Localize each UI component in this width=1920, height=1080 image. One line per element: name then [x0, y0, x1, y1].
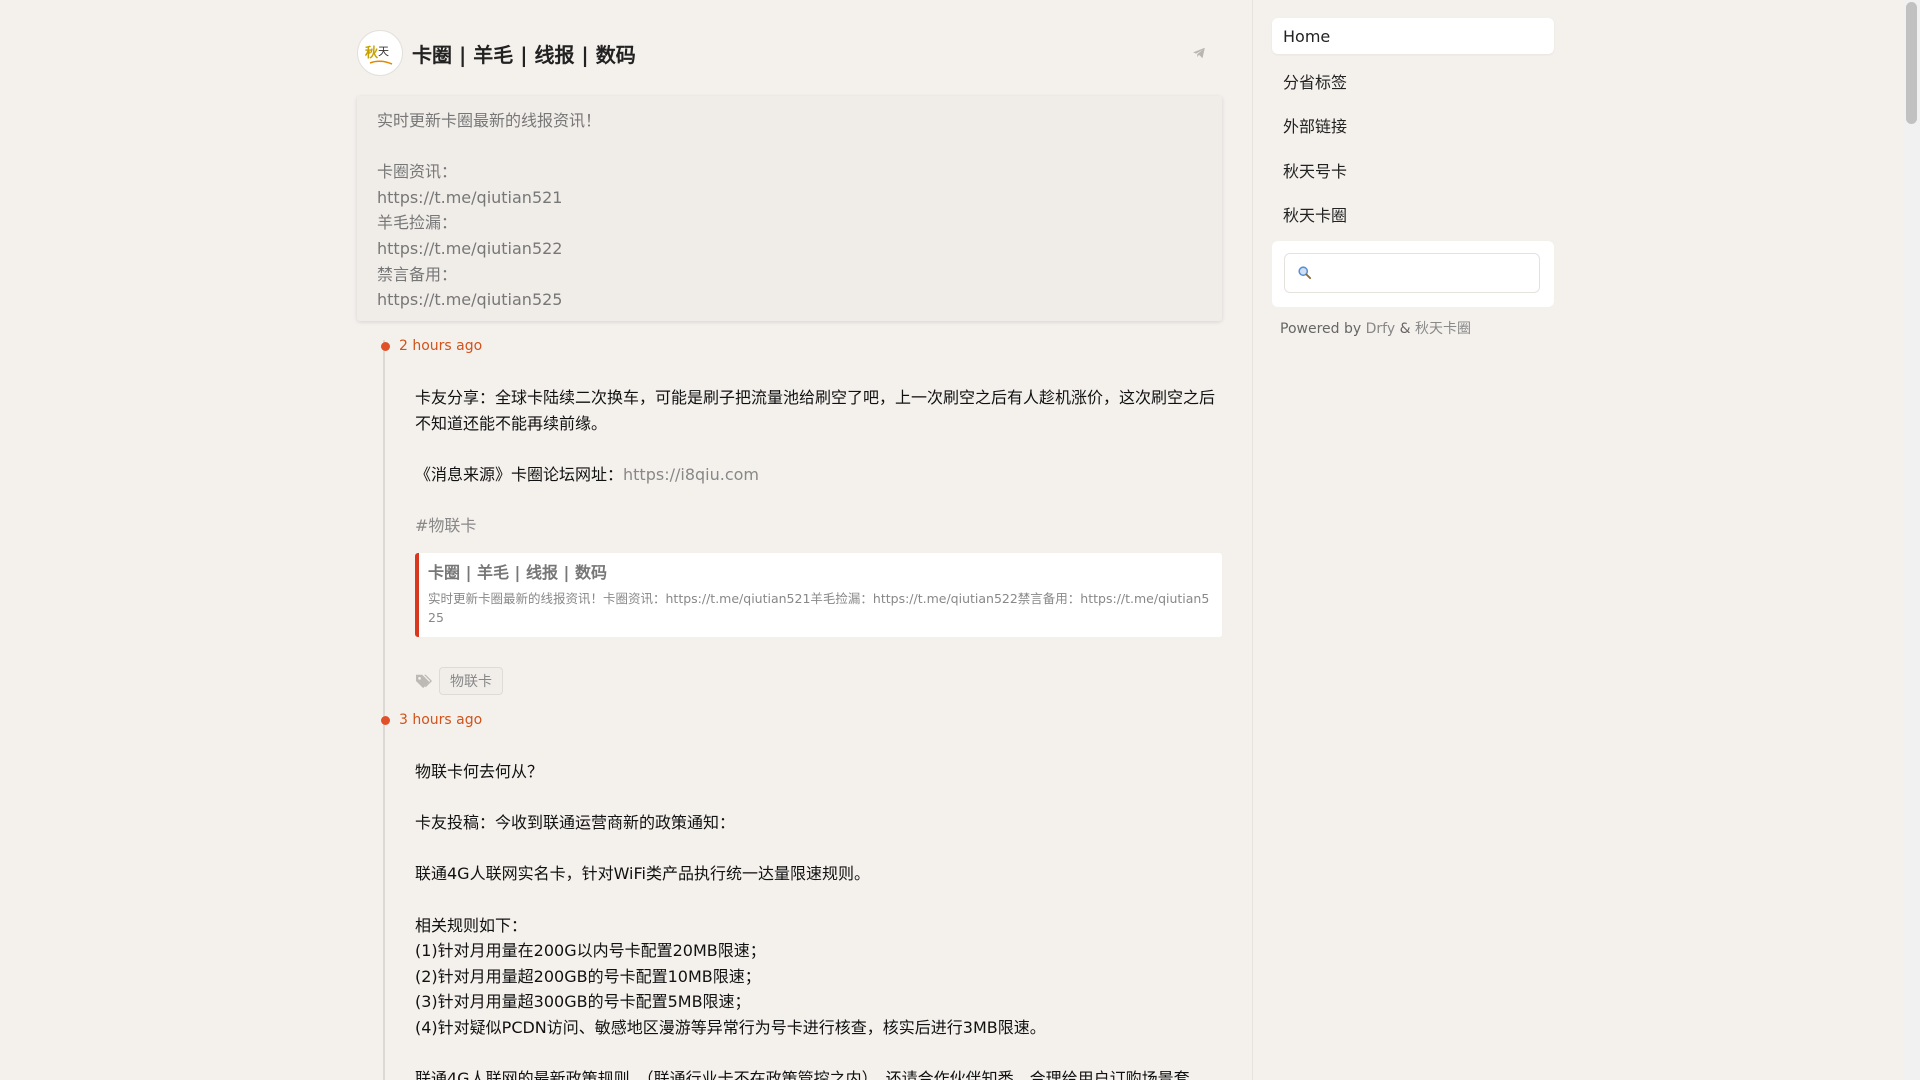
scrollbar-thumb[interactable]	[1906, 2, 1917, 124]
nav-item-qiutian-circle[interactable]: 秋天卡圈	[1272, 196, 1554, 232]
post-text: (1)针对月用量在200G以内号卡配置20MB限速；	[415, 941, 766, 961]
description-link[interactable]: https://t.me/qiutian525	[377, 287, 1202, 313]
powered-label: Powered by	[1280, 320, 1362, 337]
column-divider	[1252, 0, 1253, 1080]
timeline-dot	[381, 715, 390, 725]
timeline-dot	[381, 341, 390, 351]
post-time-link[interactable]: 2 hours ago	[399, 338, 482, 354]
post-text: 卡友投稿：今收到联通运营商新的政策通知：	[415, 813, 736, 833]
description-line: 禁言备用：	[377, 264, 458, 284]
preview-title: 卡圈 | 羊毛 | 线报 | 数码	[428, 563, 607, 582]
svg-text:天: 天	[378, 45, 389, 58]
description-link[interactable]: https://t.me/qiutian521	[377, 185, 1202, 211]
tag-icon	[416, 674, 432, 689]
post-spacer	[415, 436, 1222, 462]
post-text: (2)针对月用量超200GB的号卡配置10MB限速；	[415, 966, 761, 986]
post-spacer	[415, 887, 1222, 913]
post-text: 相关规则如下：	[415, 915, 528, 935]
nav-item-province-tags[interactable]: 分省标签	[1272, 63, 1554, 99]
post-source: 《消息来源》卡圈论坛网址：https://i8qiu.com	[415, 462, 1222, 488]
search-field[interactable]	[1284, 252, 1540, 293]
powered-by: Powered by Drfy & 秋天卡圈	[1272, 318, 1554, 338]
description-line: 卡圈资讯：	[377, 162, 458, 182]
powered-amp: &	[1399, 320, 1411, 337]
post-timestamp: 3 hours ago	[381, 712, 482, 728]
nav-item-qiutian-sim[interactable]: 秋天号卡	[1272, 152, 1554, 188]
description-line: 羊毛捡漏：	[377, 213, 458, 233]
tag-chip[interactable]: 物联卡	[439, 667, 503, 695]
post-text: (3)针对月用量超300GB的号卡配置5MB限速；	[415, 992, 751, 1012]
post-content: 物联卡何去何从？ 卡友投稿：今收到联通运营商新的政策通知： 联通4G人联网实名卡…	[415, 759, 1222, 1080]
channel-header: 秋 天 卡圈 | 羊毛 | 线报 | 数码	[357, 30, 1222, 76]
post-content: 卡友分享：全球卡陆续二次换车，可能是刷子把流量池给刷空了吧，上一次刷空之后有人趁…	[415, 385, 1222, 539]
description-link[interactable]: https://t.me/qiutian522	[377, 236, 1202, 262]
nav-item-external-links[interactable]: 外部链接	[1272, 107, 1554, 143]
source-link[interactable]: https://i8qiu.com	[623, 465, 759, 484]
post-text: 联通4G人联网实名卡，针对WiFi类产品执行统一达量限速规则。	[415, 864, 870, 884]
qiutian-link[interactable]: 秋天卡圈	[1415, 321, 1471, 337]
post-spacer	[415, 836, 1222, 862]
post-timestamp: 2 hours ago	[381, 338, 482, 354]
post-text: 卡友分享：全球卡陆续二次换车，可能是刷子把流量池给刷空了吧，上一次刷空之后有人趁…	[415, 388, 1216, 433]
telegram-plane-glyph	[1193, 47, 1205, 59]
nav-item-home[interactable]: Home	[1272, 18, 1554, 54]
post-text: (4)针对疑似PCDN访问、敏感地区漫游等异常行为号卡进行核查，核实后进行3MB…	[415, 1017, 1046, 1037]
timeline-line	[383, 340, 385, 1080]
post-spacer	[415, 785, 1222, 811]
hashtag-link[interactable]: #物联卡	[415, 516, 476, 535]
svg-text:秋: 秋	[365, 45, 379, 61]
channel-description: 实时更新卡圈最新的线报资讯！ 卡圈资讯： https://t.me/qiutia…	[357, 96, 1222, 321]
search-panel	[1272, 240, 1554, 307]
sidebar: Home 分省标签 外部链接 秋天号卡 秋天卡圈 Powered by Drfy…	[1272, 18, 1554, 338]
search-input[interactable]	[1318, 263, 1528, 282]
page: 秋 天 卡圈 | 羊毛 | 线报 | 数码 实时更新卡圈最新的线报资讯！ 卡圈资…	[0, 0, 1920, 1080]
link-preview[interactable]: 卡圈 | 羊毛 | 线报 | 数码 实时更新卡圈最新的线报资讯！卡圈资讯：htt…	[415, 553, 1222, 637]
post-spacer	[415, 1041, 1222, 1067]
avatar-logo-icon: 秋 天	[361, 34, 399, 72]
post-spacer	[415, 487, 1222, 513]
drfy-link[interactable]: Drfy	[1366, 321, 1396, 337]
channel-title: 卡圈 | 羊毛 | 线报 | 数码	[412, 42, 636, 67]
channel-avatar[interactable]: 秋 天	[357, 30, 403, 76]
send-icon[interactable]	[1188, 42, 1210, 64]
preview-description: 实时更新卡圈最新的线报资讯！卡圈资讯：https://t.me/qiutian5…	[428, 591, 1210, 625]
post-time-link[interactable]: 3 hours ago	[399, 712, 482, 728]
description-line: 实时更新卡圈最新的线报资讯！	[377, 111, 602, 130]
post-tags: 物联卡	[415, 667, 503, 695]
post-text: 物联卡何去何从？	[415, 762, 544, 781]
page-scrollbar[interactable]	[1903, 0, 1920, 1080]
search-icon	[1298, 266, 1312, 280]
main-column: 秋 天 卡圈 | 羊毛 | 线报 | 数码 实时更新卡圈最新的线报资讯！ 卡圈资…	[357, 0, 1222, 1080]
source-label: 《消息来源》卡圈论坛网址：	[415, 464, 624, 484]
post-text: 联通4G人联网的最新政策规则，（联通行业卡不在政策管控之内），还请合作伙伴知悉，…	[415, 1069, 1190, 1080]
